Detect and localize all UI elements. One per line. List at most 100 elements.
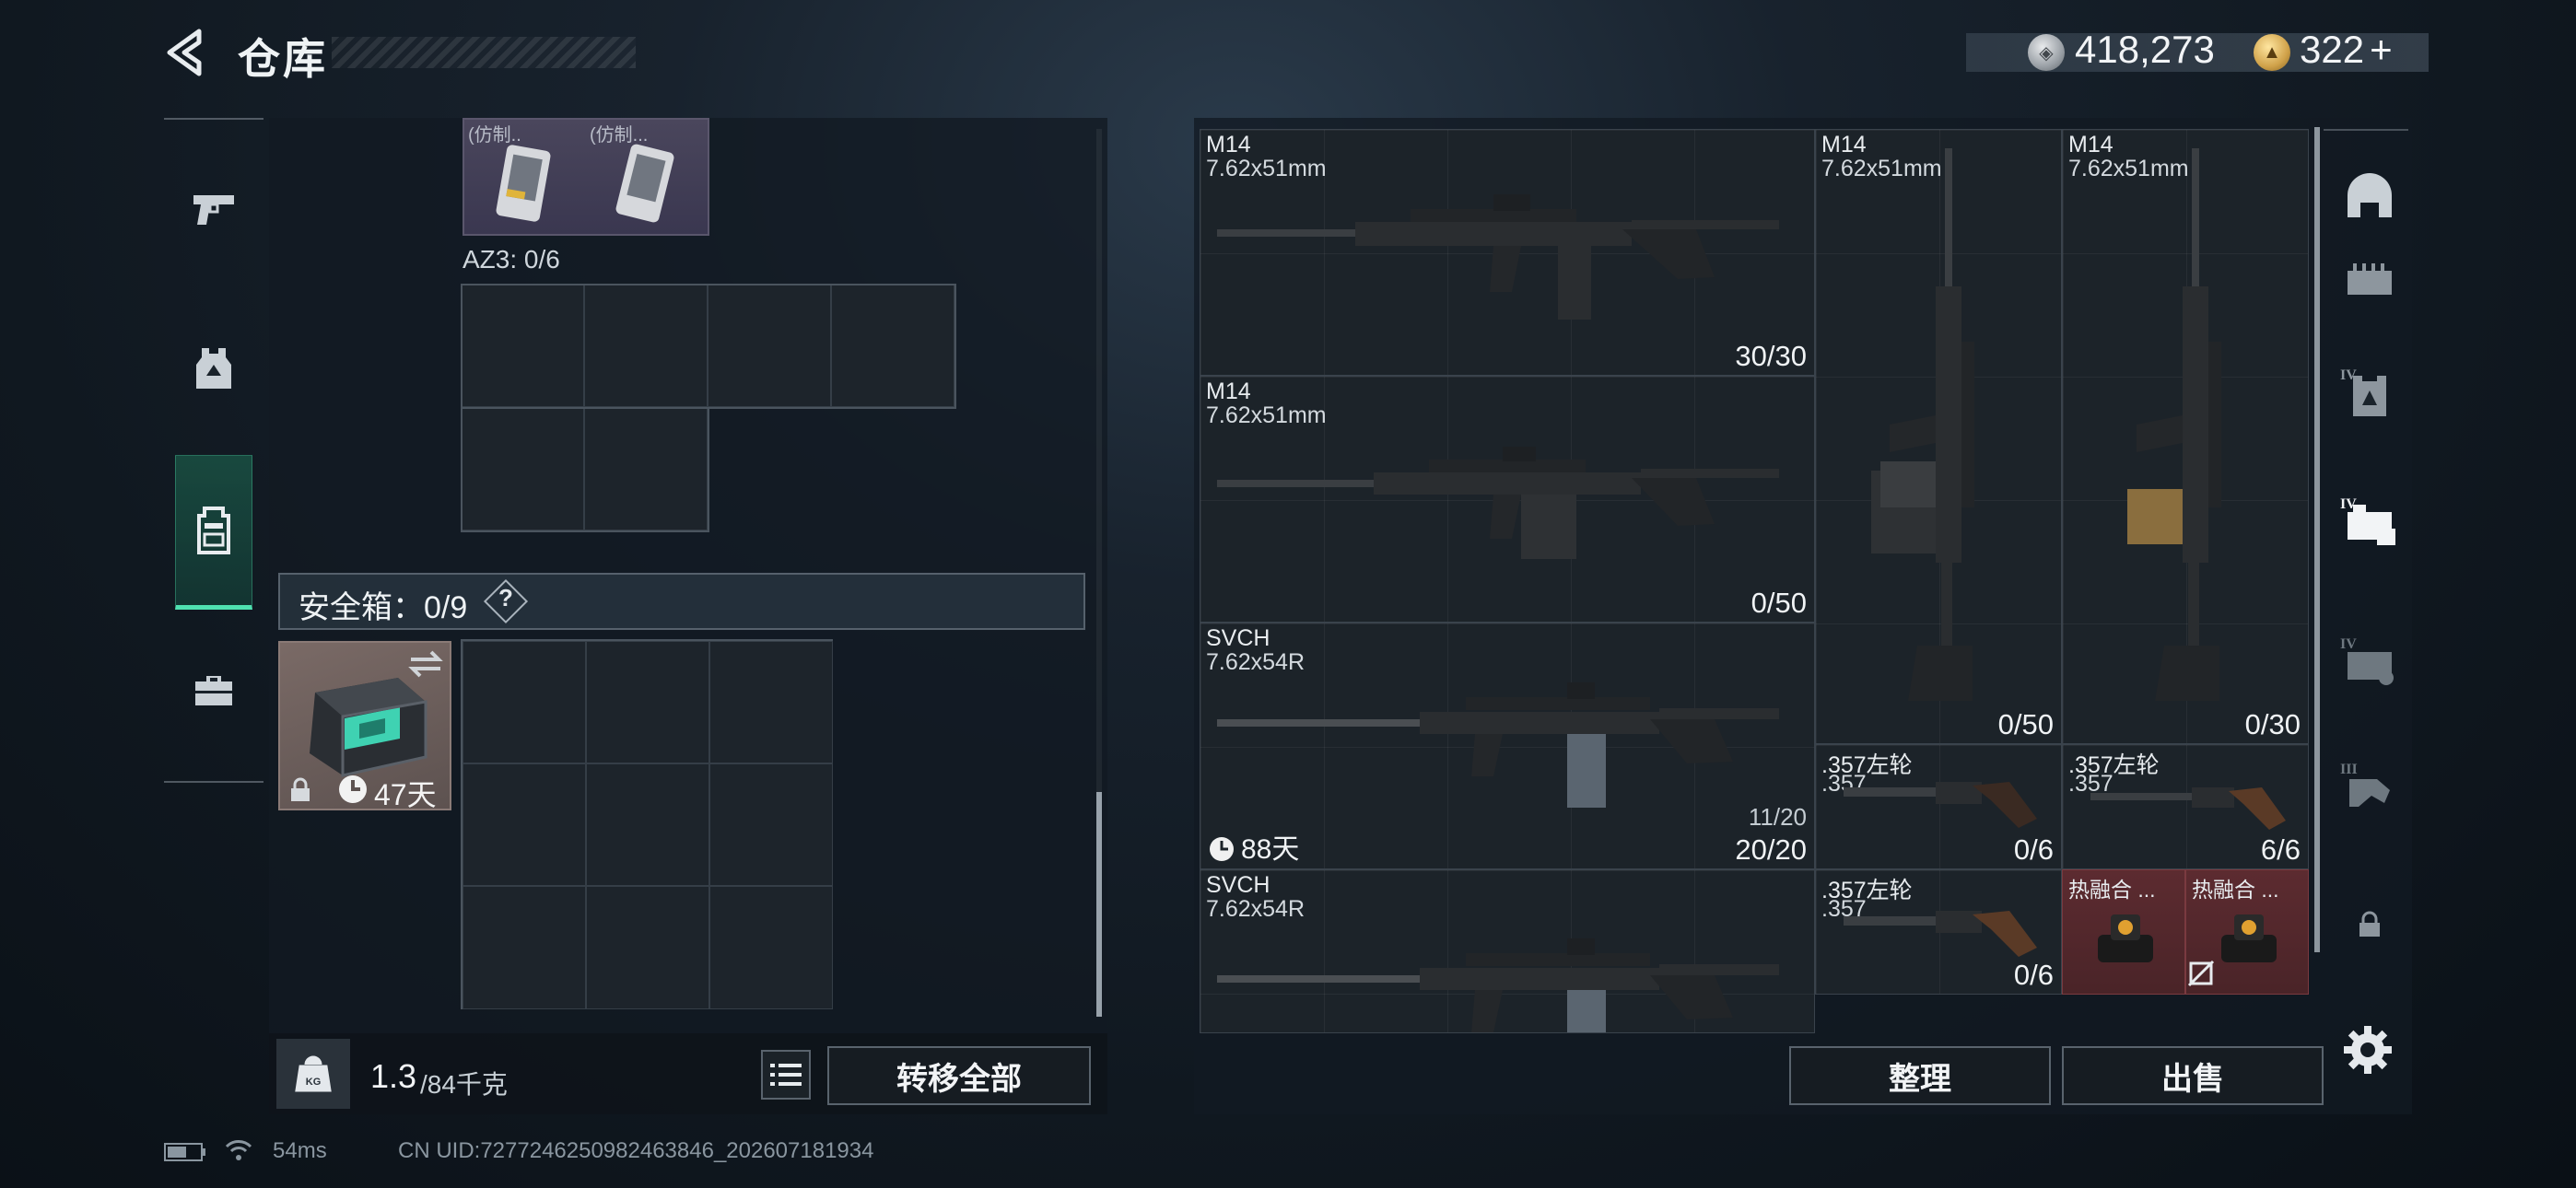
sort-button[interactable]: 整理 [1789, 1046, 2051, 1105]
page-title: 仓库 [238, 35, 328, 83]
thermal-sight-icon [2221, 914, 2277, 962]
transfer-all-button[interactable]: 转移全部 [827, 1046, 1091, 1105]
grid-cell[interactable] [461, 284, 584, 407]
armor-vest-icon [196, 348, 231, 389]
grid-cell[interactable] [586, 886, 709, 1009]
item-name: M14 [1206, 379, 1251, 404]
item-count: 0/30 [2244, 708, 2301, 740]
sell-button[interactable]: 出售 [2062, 1046, 2324, 1105]
safe-case-icon [310, 678, 427, 777]
rifle-icon [1871, 148, 1974, 701]
item-count: 0/50 [1997, 708, 2054, 740]
filter-tab-rig-alt[interactable]: IV [2331, 623, 2408, 700]
item-name: SVCH [1206, 625, 1270, 651]
back-arrow-icon[interactable] [162, 28, 208, 77]
safe-box-label: 安全箱：0/9 [299, 590, 468, 625]
gold-coin-icon: ▲ [2254, 34, 2290, 71]
unavailable-icon [2187, 960, 2215, 987]
gold-amount-value: 322 [2300, 28, 2365, 71]
battery-icon [164, 1143, 205, 1161]
weight-icon-box: KG [276, 1039, 350, 1109]
grid-cell[interactable] [584, 407, 708, 530]
left-scrollbar[interactable] [1096, 792, 1102, 1017]
item-count: 6/6 [2260, 833, 2301, 866]
stash-item-m14[interactable]: M14 7.62x51mm 0/30 [2062, 129, 2309, 744]
grid-cell[interactable] [709, 641, 833, 763]
stash-scrollbar[interactable] [2314, 127, 2320, 952]
filter-tab-ammo[interactable] [2331, 241, 2408, 319]
container-grid [461, 284, 956, 532]
silver-coin-icon: ◈ [2028, 34, 2065, 71]
stash-item-svch[interactable]: SVCH 7.62x54R 11/20 88天 20/20 [1200, 623, 1815, 869]
grid-cell[interactable] [463, 763, 586, 886]
grid-cell[interactable] [461, 407, 584, 530]
grid-cell[interactable] [709, 886, 833, 1009]
item-name: 热融合 ... [2192, 878, 2279, 902]
tab-toolbox[interactable] [175, 645, 252, 733]
tab-armor[interactable] [175, 324, 252, 413]
grid-cell[interactable] [584, 284, 708, 407]
silver-amount: 418,273 [2075, 28, 2215, 71]
tab-weapons[interactable] [175, 166, 252, 254]
backpack-icon [197, 507, 230, 554]
tier-label: III [2340, 762, 2358, 777]
stash-item-m14[interactable]: M14 7.62x51mm 0/50 [1200, 376, 1815, 623]
revolver-icon [1844, 782, 2037, 828]
grid-cell[interactable] [586, 641, 709, 763]
stash-item-svch[interactable]: SVCH 7.62x54R [1200, 869, 1815, 1033]
add-currency-button[interactable]: + [2370, 28, 2393, 71]
filter-tab-locked[interactable] [2331, 886, 2408, 963]
list-item[interactable]: (仿制.. [464, 120, 586, 234]
pistol-icon [193, 195, 234, 225]
clock-icon [1210, 837, 1234, 861]
lock-icon [291, 777, 310, 801]
safe-box-grid [461, 639, 833, 1009]
safe-case-days: 47天 [374, 778, 437, 811]
grid-cell[interactable] [463, 886, 586, 1009]
list-icon [770, 1064, 802, 1086]
weight-icon-text: KG [306, 1077, 322, 1088]
toolbox-icon [195, 676, 232, 705]
rig-alt-icon: IV [2340, 636, 2394, 685]
bullet-pack-icon [615, 144, 674, 223]
thermal-sight-icon [2098, 914, 2153, 962]
stash-item-revolver[interactable]: .357左轮 .357 0/6 [1815, 744, 2062, 869]
grid-cell[interactable] [831, 284, 954, 407]
item-label: (仿制.. [468, 125, 521, 146]
filter-tab-armor[interactable]: IV [2331, 354, 2408, 431]
lock-icon [2359, 911, 2380, 937]
help-icon: ? [498, 584, 513, 611]
ping-value: 54ms [273, 1138, 327, 1163]
stash-item-revolver[interactable]: .357左轮 .357 6/6 [2062, 744, 2309, 869]
item-count: 30/30 [1735, 340, 1807, 372]
stash-item-m14[interactable]: M14 7.62x51mm 0/50 [1815, 129, 2062, 744]
rifle-icon [1217, 938, 1779, 1032]
grid-cell[interactable] [708, 284, 831, 407]
revolver-icon [2090, 787, 2286, 830]
filter-tab-gloves[interactable]: III [2331, 748, 2408, 825]
item-name: M14 [1206, 132, 1251, 157]
tab-backpack[interactable] [175, 455, 252, 610]
container-label: AZ3: 0/6 [463, 245, 560, 274]
grid-cell[interactable] [586, 763, 709, 886]
grid-cell[interactable] [463, 641, 586, 763]
item-count: 20/20 [1735, 833, 1807, 866]
filter-tab-rig[interactable]: IV [2331, 483, 2408, 560]
item-name: SVCH [1206, 872, 1270, 898]
stash-item-m14[interactable]: M14 7.62x51mm 30/30 [1200, 129, 1815, 376]
armor-icon: IV [2340, 367, 2386, 416]
list-item[interactable]: (仿制... [586, 120, 708, 234]
filter-tab-helmet[interactable] [2331, 158, 2408, 236]
weight-max: /84千克 [420, 1070, 508, 1099]
rifle-icon [1217, 682, 1779, 808]
settings-gear-icon[interactable] [2340, 1022, 2395, 1077]
grid-cell[interactable] [709, 763, 833, 886]
tier-label: IV [2340, 636, 2357, 652]
item-name: 热融合 ... [2068, 878, 2156, 902]
list-view-button[interactable] [761, 1050, 811, 1100]
clock-icon [339, 775, 367, 803]
wifi-icon [225, 1140, 252, 1160]
gold-amount[interactable]: 322 + [2300, 28, 2393, 72]
stash-item-thermal-sight[interactable]: 热融合 ... [2062, 869, 2185, 995]
stash-item-revolver[interactable]: .357左轮 .357 0/6 [1815, 869, 2062, 995]
